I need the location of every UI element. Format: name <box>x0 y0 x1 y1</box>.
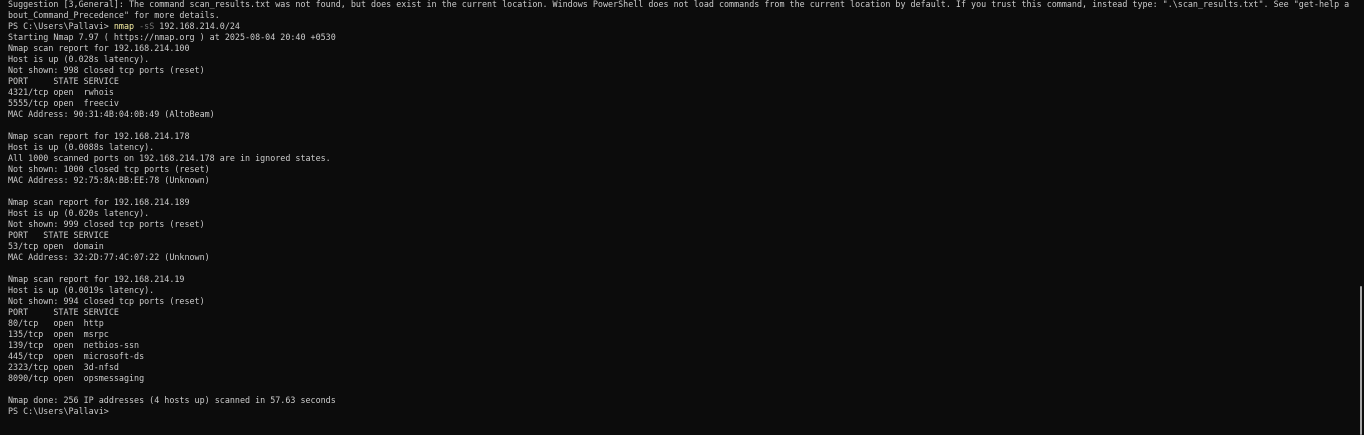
suggestion-line-1: Suggestion [3,General]: The command scan… <box>8 0 1350 9</box>
host-up-line: Host is up (0.020s latency). <box>8 208 150 218</box>
host-up-line: Host is up (0.028s latency). <box>8 54 150 64</box>
terminal-output: Suggestion [3,General]: The command scan… <box>8 0 1350 417</box>
mac-address-line: MAC Address: 90:31:4B:04:0B:49 (AltoBeam… <box>8 109 215 119</box>
nmap-done-line: Nmap done: 256 IP addresses (4 hosts up)… <box>8 395 336 405</box>
vertical-scrollbar[interactable] <box>1358 0 1364 435</box>
command-line: PS C:\Users\Pallavi> nmap -sS 192.168.21… <box>8 21 1348 32</box>
port-line: 8090/tcp open opsmessaging <box>8 373 145 383</box>
suggestion-line-2: bout_Command_Precedence" for more detail… <box>8 10 220 20</box>
command-target: 192.168.214.0/24 <box>159 21 240 31</box>
not-shown-line: Not shown: 998 closed tcp ports (reset) <box>8 65 205 75</box>
port-line: 135/tcp open msrpc <box>8 329 109 339</box>
port-header: PORT STATE SERVICE <box>8 307 119 317</box>
prompt: PS C:\Users\Pallavi> <box>8 21 114 31</box>
host-report: Nmap scan report for 192.168.214.19 <box>8 274 185 284</box>
ignored-states-line: All 1000 scanned ports on 192.168.214.17… <box>8 153 331 163</box>
host-report: Nmap scan report for 192.168.214.178 <box>8 131 190 141</box>
port-line: 53/tcp open domain <box>8 241 104 251</box>
port-line: 139/tcp open netbios-ssn <box>8 340 140 350</box>
not-shown-line: Not shown: 1000 closed tcp ports (reset) <box>8 164 210 174</box>
nmap-start-line: Starting Nmap 7.97 ( https://nmap.org ) … <box>8 32 336 42</box>
not-shown-line: Not shown: 994 closed tcp ports (reset) <box>8 296 205 306</box>
port-line: 4321/tcp open rwhois <box>8 87 114 97</box>
terminal-window[interactable]: Suggestion [3,General]: The command scan… <box>0 0 1364 435</box>
not-shown-line: Not shown: 999 closed tcp ports (reset) <box>8 219 205 229</box>
port-line: 2323/tcp open 3d-nfsd <box>8 362 119 372</box>
host-up-line: Host is up (0.0019s latency). <box>8 285 155 295</box>
port-line: 80/tcp open http <box>8 318 104 328</box>
host-up-line: Host is up (0.0088s latency). <box>8 142 155 152</box>
command-flag: -sS <box>139 21 155 31</box>
port-line: 5555/tcp open freeciv <box>8 98 119 108</box>
port-header: PORT STATE SERVICE <box>8 76 119 86</box>
mac-address-line: MAC Address: 32:2D:77:4C:07:22 (Unknown) <box>8 252 210 262</box>
host-report: Nmap scan report for 192.168.214.189 <box>8 197 190 207</box>
host-report: Nmap scan report for 192.168.214.100 <box>8 43 190 53</box>
port-header: PORT STATE SERVICE <box>8 230 109 240</box>
command-name: nmap <box>113 21 135 31</box>
port-line: 445/tcp open microsoft-ds <box>8 351 145 361</box>
scrollbar-thumb[interactable] <box>1360 286 1362 435</box>
mac-address-line: MAC Address: 92:75:8A:BB:EE:78 (Unknown) <box>8 175 210 185</box>
final-prompt[interactable]: PS C:\Users\Pallavi> <box>8 406 1348 417</box>
